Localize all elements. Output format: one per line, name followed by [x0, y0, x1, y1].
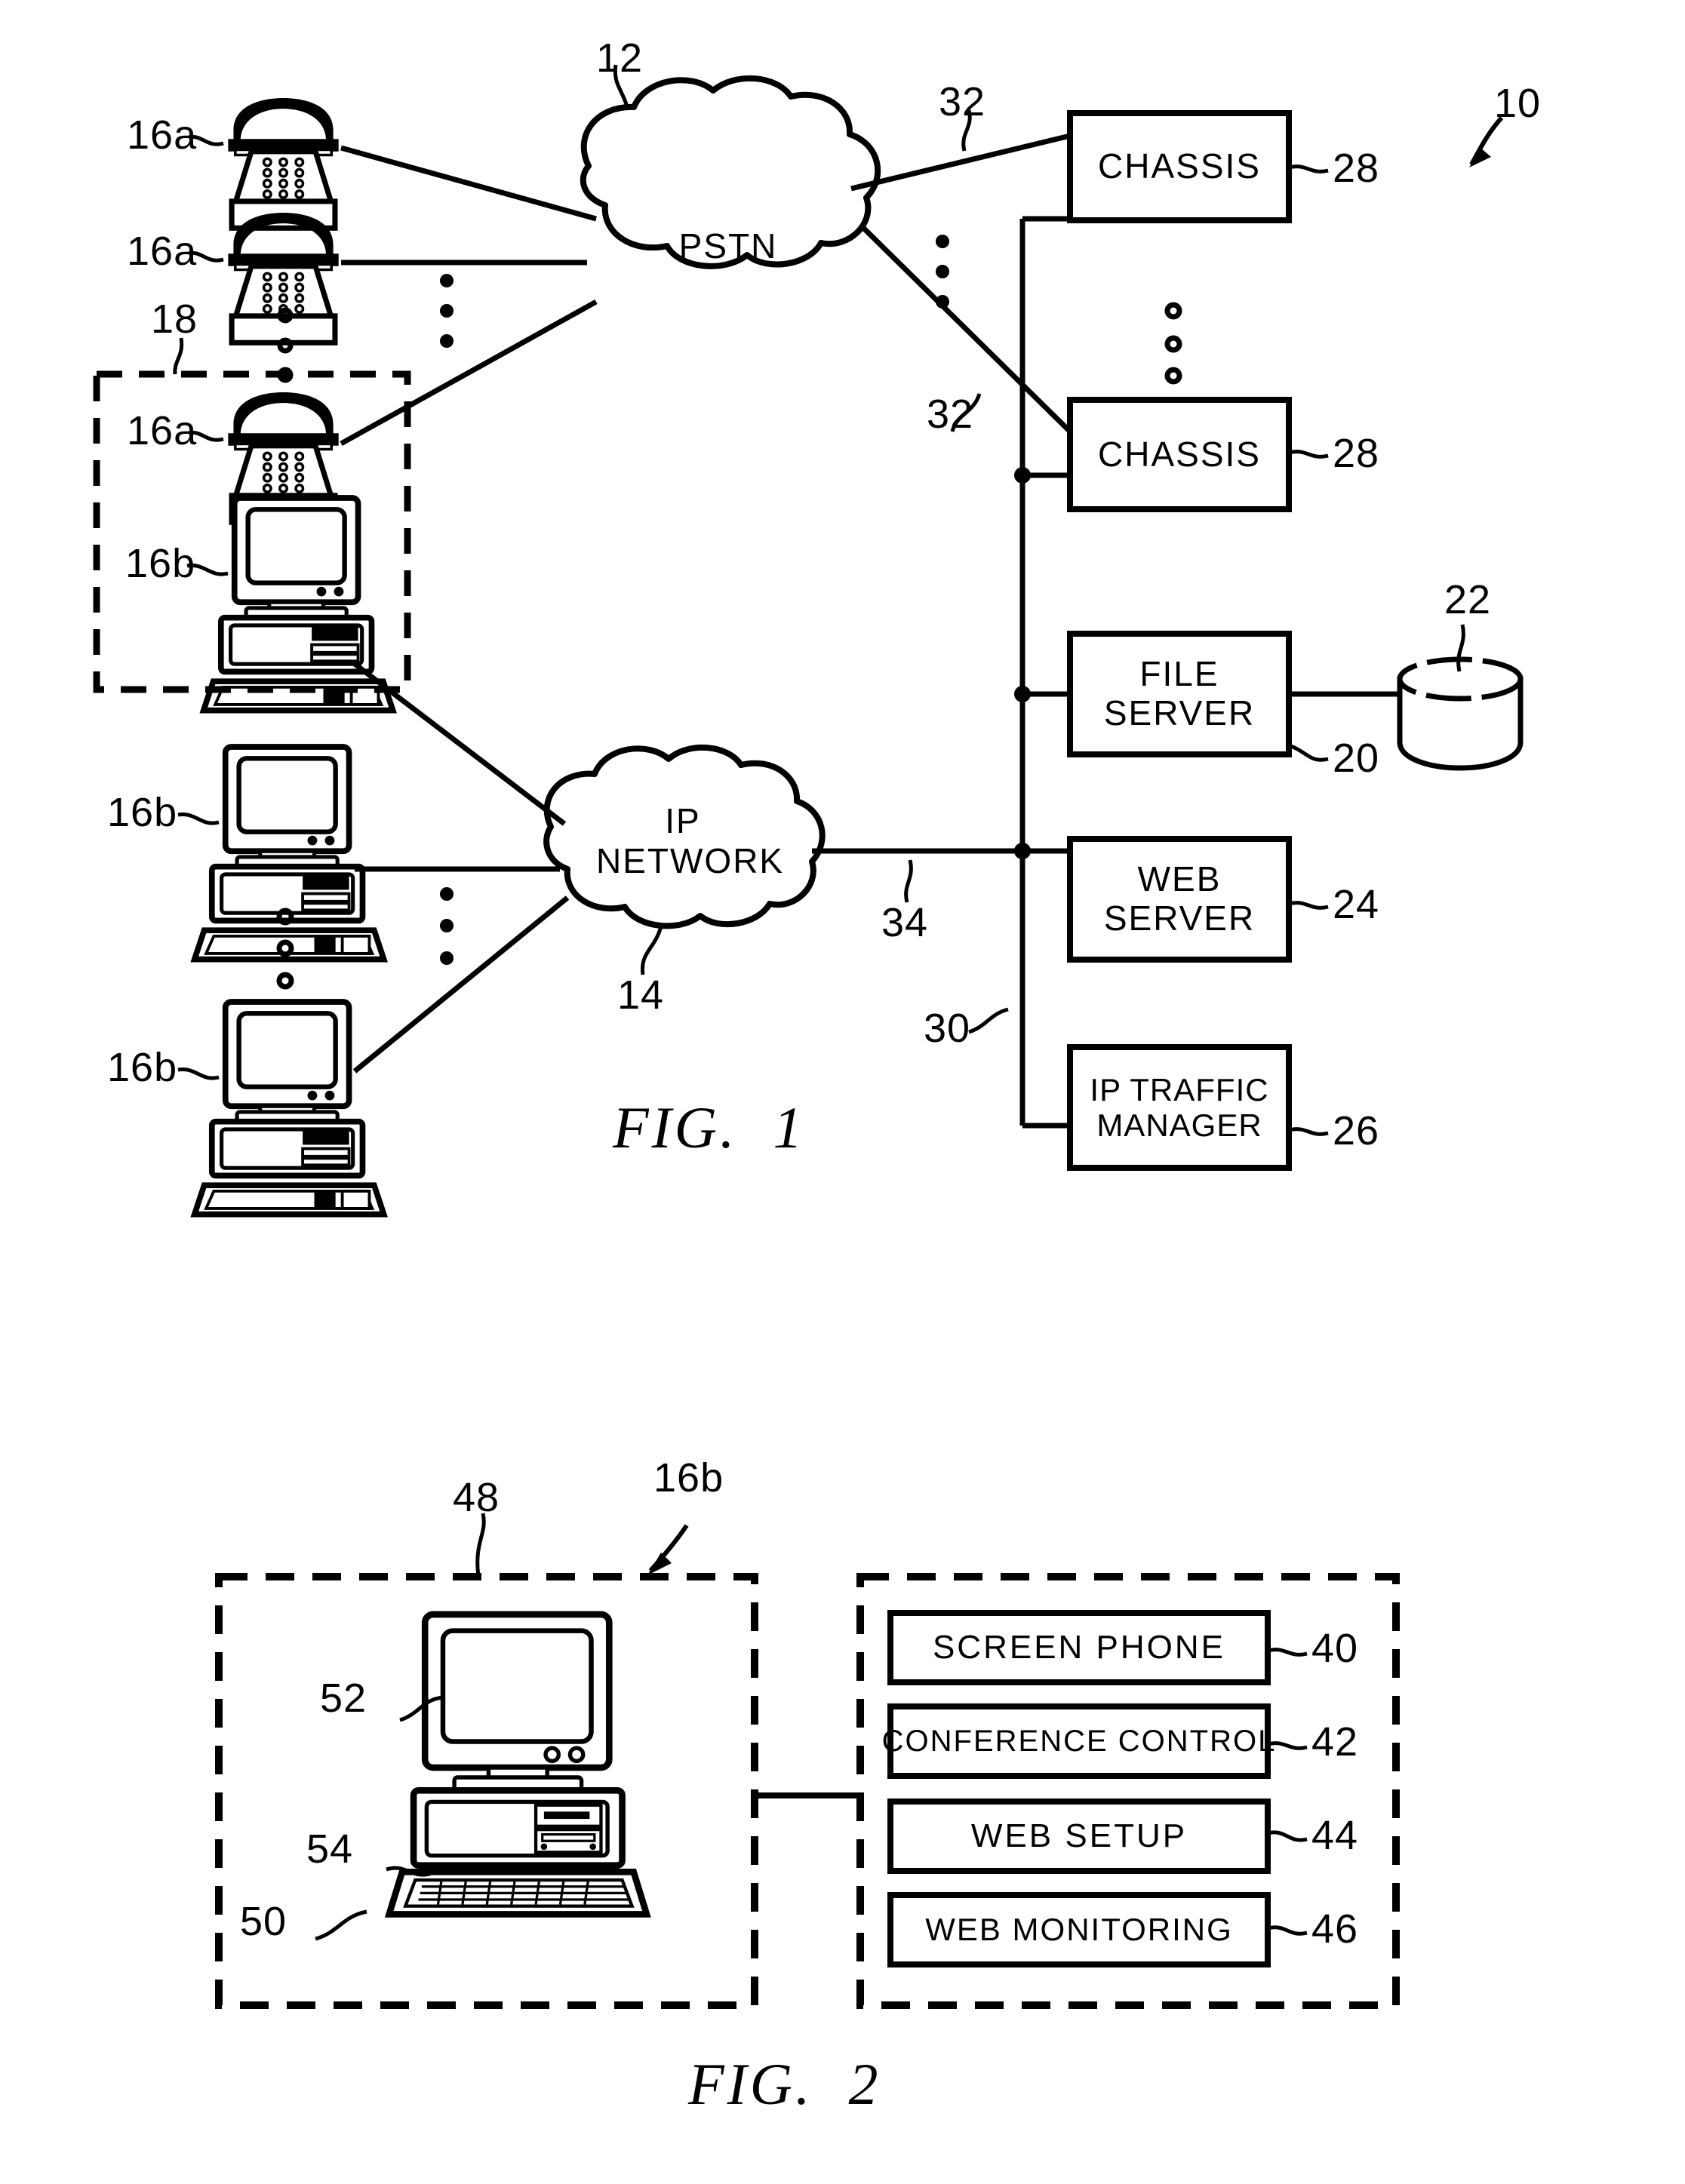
ref-22: 22 [1444, 577, 1492, 622]
ellipsis-phone-lines [440, 274, 454, 348]
module-box-screen-phone [887, 1610, 1271, 1685]
ref-16a-3: 16a [127, 408, 198, 453]
ellipsis-chassis [1164, 302, 1182, 385]
ref-20: 20 [1333, 736, 1380, 781]
ref-16b-3: 16b [107, 1045, 178, 1090]
ref-28-2: 28 [1333, 431, 1380, 476]
drawing-vector-layer [93, 64, 1524, 2009]
ref-14: 14 [617, 972, 665, 1018]
ref-42: 42 [1311, 1719, 1359, 1765]
ref-52: 52 [320, 1676, 367, 1721]
ref-16b-2: 16b [107, 790, 178, 835]
ref-30: 30 [924, 1006, 971, 1051]
computer-icon-3 [195, 1002, 384, 1215]
figure-2-caption: FIG. 2 [688, 2051, 881, 2117]
ref-12: 12 [596, 35, 644, 81]
ip-traffic-manager-box [1067, 1044, 1292, 1171]
ref-28-1: 28 [1333, 146, 1380, 191]
ref-32-upper: 32 [939, 79, 986, 124]
ref-54: 54 [306, 1826, 354, 1872]
database-cylinder [1397, 656, 1524, 771]
ref-24: 24 [1333, 882, 1380, 927]
ref-46: 46 [1311, 1906, 1359, 1952]
file-server-box [1067, 631, 1292, 757]
chassis-box-2 [1067, 397, 1292, 512]
patent-drawing-sheet: 16a 16a 16a 16b 16b 16b 18 12 14 32 32 3… [0, 0, 1685, 2184]
module-box-web-setup [887, 1798, 1271, 1874]
workstation-icon [389, 1614, 647, 1914]
computer-icon-2 [195, 747, 384, 960]
ellipsis-trunk-lines [936, 235, 949, 309]
ref-40: 40 [1311, 1626, 1359, 1671]
ref-32-lower: 32 [927, 392, 974, 437]
ref-10: 10 [1494, 81, 1542, 126]
ref-26: 26 [1333, 1108, 1380, 1153]
ref-18: 18 [151, 296, 198, 342]
ref-16b-1: 16b [125, 541, 196, 586]
web-server-box [1067, 836, 1292, 963]
telephone-icon-1 [228, 98, 338, 228]
pstn-label: PSTN [678, 226, 778, 266]
figure-1-caption: FIG. 1 [613, 1095, 806, 1160]
ellipsis-ip-lines [440, 887, 454, 965]
telephone-icon-2 [228, 213, 338, 342]
ref-34: 34 [881, 900, 929, 945]
ref-16a-1: 16a [127, 112, 198, 158]
ref-48: 48 [453, 1475, 500, 1520]
computer-icon-1 [204, 498, 393, 711]
module-box-web-monitoring [887, 1892, 1271, 1967]
ref-16b-fig2: 16b [653, 1455, 724, 1501]
ref-44: 44 [1311, 1813, 1359, 1858]
ref-50: 50 [240, 1899, 287, 1944]
module-box-conference-control [887, 1703, 1271, 1779]
ip-network-label: IP NETWORK [596, 801, 785, 880]
chassis-box-1 [1067, 110, 1292, 223]
ref-16a-2: 16a [127, 229, 198, 274]
